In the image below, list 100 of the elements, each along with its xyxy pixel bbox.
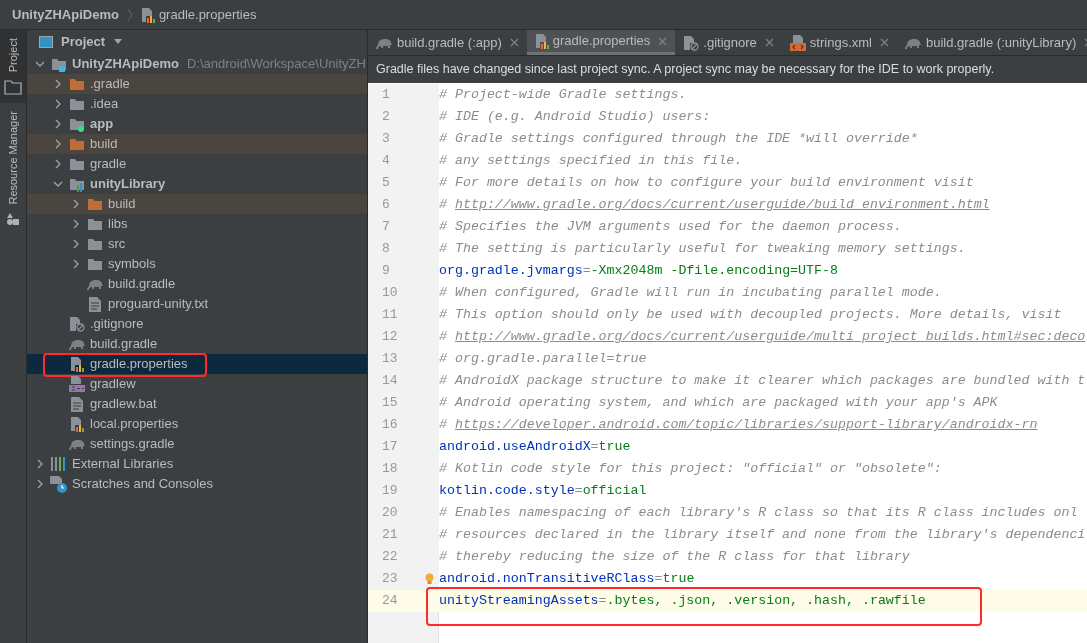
breadcrumb-item[interactable]: gradle.properties <box>140 4 257 25</box>
comment-link[interactable]: http://www.gradle.org/docs/current/userguide/multi_project_builds.html#sec:deco <box>454 329 1086 345</box>
tree-item[interactable]: local.properties <box>27 414 367 434</box>
chevron-right-icon[interactable] <box>53 119 63 129</box>
property-key: android.nonTransitiveRClass <box>439 569 655 589</box>
tree-item[interactable]: External Libraries <box>27 454 367 474</box>
chevron-right-icon[interactable] <box>35 459 45 469</box>
chevron-right-icon <box>126 7 133 22</box>
close-icon[interactable] <box>509 38 519 47</box>
tree-item[interactable]: build <box>27 194 367 214</box>
tree-item[interactable]: libs <box>27 214 367 234</box>
scratch-file-icon <box>50 475 68 493</box>
tree-item-label: libs <box>108 215 128 234</box>
chevron-right-icon[interactable] <box>53 79 63 89</box>
tree-item[interactable]: gradlew <box>27 374 367 394</box>
xml-file-icon <box>789 34 806 51</box>
tool-window-tab[interactable]: Project <box>0 30 26 104</box>
line-number: 3 <box>368 128 439 150</box>
property-separator: = <box>574 482 583 501</box>
editor-tab[interactable]: .gitignore <box>675 30 782 55</box>
close-icon[interactable] <box>879 38 889 47</box>
tree-item[interactable]: UnityZHApiDemo D:\android\Workspace\UnityZH <box>27 54 367 74</box>
editor-tab[interactable]: build.gradle (:unityLibrary) <box>896 30 1087 55</box>
chevron-right-icon[interactable] <box>71 219 81 229</box>
chevron-right-icon[interactable] <box>71 259 81 269</box>
elephant-icon <box>86 278 104 290</box>
tree-item[interactable]: src <box>27 234 367 254</box>
script-file-icon <box>69 376 85 392</box>
elephant-icon <box>68 338 86 350</box>
dropdown-icon[interactable] <box>113 39 124 45</box>
code-comment: # Kotlin code style for this project: "official" or "obsolete": <box>439 460 942 479</box>
text-file-icon <box>89 296 101 312</box>
panel-title[interactable]: Project <box>61 32 106 52</box>
property-separator: = <box>590 438 599 457</box>
chevron-right-icon[interactable] <box>71 239 81 249</box>
line-number: 16 <box>368 414 439 436</box>
window-icon <box>39 36 53 48</box>
folder-icon <box>69 137 85 151</box>
folder-icon <box>87 217 103 231</box>
code-comment: # This option should only be used with decoupled projects. More details, visit <box>439 306 1062 325</box>
tree-item-label: Scratches and Consoles <box>72 475 213 494</box>
chevron-right-icon[interactable] <box>53 99 63 109</box>
line-number: 23 <box>368 568 439 590</box>
property-separator: = <box>598 592 607 611</box>
tree-item-label: settings.gradle <box>90 435 175 454</box>
comment-link[interactable]: https://developer.android.com/topic/libraries/support-library/androidx-rn <box>454 417 1038 433</box>
chevron-down-icon[interactable] <box>53 179 63 189</box>
folder-icon <box>87 197 103 211</box>
chevron-right-icon[interactable] <box>71 199 81 209</box>
tree-item[interactable]: app <box>27 114 367 134</box>
editor-tab[interactable]: strings.xml <box>781 30 897 55</box>
comment-link[interactable]: http://www.gradle.org/docs/current/userguide/build_environment.html <box>454 197 990 213</box>
folder-icon <box>69 77 85 91</box>
line-number: 14 <box>368 370 439 392</box>
elephant-icon <box>376 36 393 49</box>
editor-tab[interactable]: gradle.properties <box>526 30 676 55</box>
tree-item[interactable]: build <box>27 134 367 154</box>
tree-item-label: .gitignore <box>90 315 144 334</box>
tree-item[interactable]: settings.gradle <box>27 434 367 454</box>
line-number: 22 <box>368 546 439 568</box>
project-path: D:\android\Workspace\UnityZH <box>186 55 366 74</box>
tree-item[interactable]: gradle <box>27 154 367 174</box>
tree-item[interactable]: gradle.properties <box>27 354 367 374</box>
tree-item[interactable]: gradlew.bat <box>27 394 367 414</box>
tree-item-label: proguard-unity.txt <box>108 295 209 314</box>
chevron-down-icon[interactable] <box>35 59 45 69</box>
line-number: 19 <box>368 480 439 502</box>
tree-item-label: .gradle <box>90 75 130 94</box>
tree-item[interactable]: build.gradle <box>27 274 367 294</box>
tree-item[interactable]: Scratches and Consoles <box>27 474 367 494</box>
editor-tab[interactable]: build.gradle (:app) <box>368 30 527 55</box>
chevron-right-icon[interactable] <box>53 159 63 169</box>
chevron-right-icon[interactable] <box>35 479 45 489</box>
code-comment: # resources declared in the library itself and none from the library's dependenci <box>439 526 1086 545</box>
chevron-right-icon[interactable] <box>53 139 63 149</box>
code-comment: # The setting is particularly useful for tweaking memory settings. <box>439 240 966 259</box>
bulb-icon[interactable] <box>425 573 434 585</box>
tree-item-label: app <box>90 115 114 134</box>
breadcrumb-item[interactable]: UnityZHApiDemo <box>12 4 119 25</box>
properties-file-icon <box>140 6 155 23</box>
tree-item[interactable]: build.gradle <box>27 334 367 354</box>
elephant-icon <box>68 438 86 450</box>
tree-item[interactable]: .gitignore <box>27 314 367 334</box>
tree-item[interactable]: symbols <box>27 254 367 274</box>
tree-item-label: build.gradle <box>90 335 158 354</box>
code-comment: # org.gradle.parallel=true <box>439 350 647 369</box>
tree-item-label: local.properties <box>90 415 179 434</box>
tree-item[interactable]: proguard-unity.txt <box>27 294 367 314</box>
tool-window-tab[interactable]: Resource Manager <box>0 103 26 233</box>
tree-item-label: External Libraries <box>72 455 174 474</box>
folder-icon <box>87 257 103 271</box>
close-icon[interactable] <box>764 38 774 47</box>
tree-item-label: UnityZHApiDemo <box>72 55 179 74</box>
property-key: unityStreamingAssets <box>439 591 599 611</box>
tree-item[interactable]: unityLibrary <box>27 174 367 194</box>
line-number: 17 <box>368 436 439 458</box>
tree-item[interactable]: .idea <box>27 94 367 114</box>
tree-item[interactable]: .gradle <box>27 74 367 94</box>
line-number: 18 <box>368 458 439 480</box>
tree-item-label: gradlew <box>90 375 136 394</box>
